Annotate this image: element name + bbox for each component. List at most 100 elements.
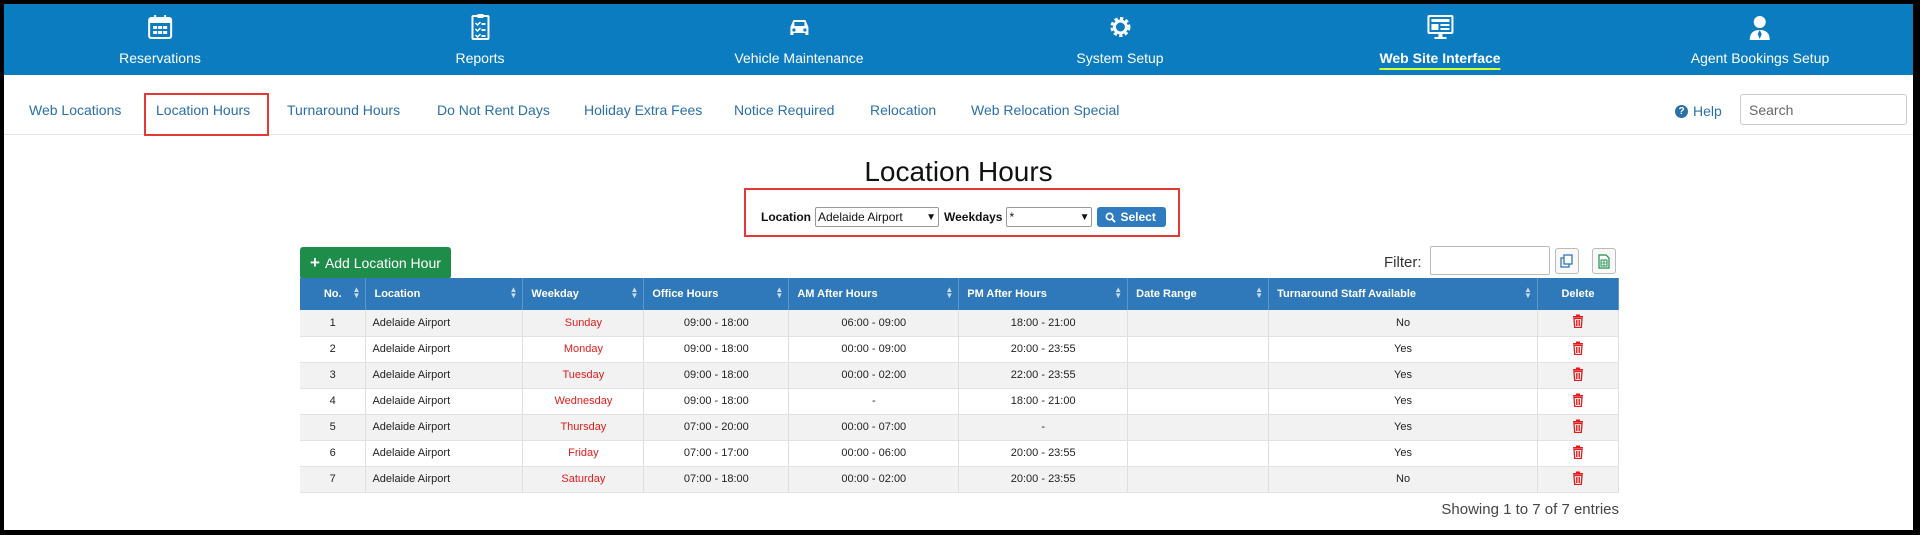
select-button[interactable]: Select [1097,207,1166,227]
cell-location: Adelaide Airport [365,440,524,467]
trash-icon[interactable] [1572,471,1584,488]
tab-do-not-rent-days[interactable]: Do Not Rent Days [437,102,550,118]
weekdays-select-value: * [1009,210,1015,224]
plus-icon: + [310,253,320,272]
nav-web-site-interface[interactable]: Web Site Interface [1379,4,1501,75]
highlight-box-tab [144,93,269,136]
trash-icon[interactable] [1572,419,1584,436]
column-header-pm-after-hours[interactable]: PM After Hours ▲ ▼ [958,278,1129,310]
table-row[interactable]: 5 Adelaide Airport Thursday 07:00 - 20:00 00… [300,414,1620,441]
column-header-office-hours[interactable]: Office Hours ▲ ▼ [643,278,790,310]
column-header-label: Date Range [1136,288,1197,300]
filter-input[interactable] [1430,246,1550,275]
tab-web-relocation-special[interactable]: Web Relocation Special [971,102,1119,118]
cell-pm-after-hours: 20:00 - 23:55 [958,466,1129,493]
nav-label: Vehicle Maintenance [734,50,864,66]
column-header-am-after-hours[interactable]: AM After Hours ▲ ▼ [788,278,960,310]
table-row[interactable]: 6 Adelaide Airport Friday 07:00 - 17:00 00:0… [300,440,1620,467]
clipboard-checklist-icon [471,14,489,40]
copy-icon [1560,254,1573,268]
add-button-label: Add Location Hour [324,255,441,271]
table-row[interactable]: 3 Adelaide Airport Tuesday 09:00 - 18:00 00:… [300,362,1620,389]
cell-no: 5 [300,414,367,441]
gear-icon [1110,17,1130,37]
cell-am-after-hours: 06:00 - 09:00 [788,310,960,337]
tab-notice-required[interactable]: Notice Required [734,102,834,118]
nav-label: Reports [455,50,505,66]
spreadsheet-icon [1598,253,1610,269]
column-header-delete: Delete [1537,278,1620,310]
cell-no: 6 [300,440,367,467]
showing-entries-text: Showing 1 to 7 of 7 entries [1441,501,1619,518]
cell-date-range [1127,466,1270,493]
agent-icon [1749,16,1770,40]
column-header-date-range[interactable]: Date Range ▲ ▼ [1127,278,1270,310]
trash-icon[interactable] [1572,393,1584,410]
table-row[interactable]: 7 Adelaide Airport Saturday 07:00 - 18:00 00… [300,466,1620,493]
select-button-label: Select [1120,210,1156,224]
cell-office-hours: 09:00 - 18:00 [643,310,790,337]
cell-pm-after-hours: 18:00 - 21:00 [958,310,1129,337]
cell-turnaround-staff: Yes [1268,388,1538,415]
add-location-hour-button[interactable]: + Add Location Hour [300,247,451,279]
sort-icon: ▲ ▼ [509,285,518,300]
sort-icon: ▲ ▼ [352,285,361,300]
cell-date-range [1127,440,1270,467]
table-row[interactable]: 1 Adelaide Airport Sunday 09:00 - 18:00 06:0… [300,310,1620,337]
cell-date-range [1127,310,1270,337]
cell-turnaround-staff: Yes [1268,336,1538,363]
cell-pm-after-hours: 20:00 - 23:55 [958,336,1129,363]
location-select[interactable]: Adelaide Airport ▼ [815,207,939,227]
nav-label: System Setup [1076,50,1164,66]
cell-turnaround-staff: Yes [1268,414,1538,441]
cell-delete [1537,414,1620,441]
tab-relocation[interactable]: Relocation [870,102,936,118]
location-select-value: Adelaide Airport [818,210,903,224]
sort-icon: ▲ ▼ [1524,285,1532,300]
cell-location: Adelaide Airport [365,310,524,337]
search-input[interactable] [1740,94,1907,125]
cell-pm-after-hours: 18:00 - 21:00 [958,388,1129,415]
column-header-no[interactable]: No. ▲ ▼ [300,278,367,310]
column-header-weekday[interactable]: Weekday ▲ ▼ [522,278,645,310]
page-title: Location Hours [864,156,1053,187]
export-excel-button[interactable] [1592,248,1616,274]
weekdays-select[interactable]: * ▼ [1006,207,1093,227]
trash-icon[interactable] [1572,314,1584,331]
cell-delete [1537,440,1620,467]
trash-icon[interactable] [1572,445,1584,462]
cell-am-after-hours: 00:00 - 02:00 [788,466,960,493]
cell-no: 2 [300,336,367,363]
cell-delete [1537,336,1620,363]
tab-holiday-extra-fees[interactable]: Holiday Extra Fees [584,102,702,118]
tab-web-locations[interactable]: Web Locations [29,102,121,118]
help-link[interactable]: ? Help [1675,103,1722,119]
cell-date-range [1127,336,1270,363]
copy-button[interactable] [1555,248,1579,274]
active-underline [1379,68,1501,70]
cell-office-hours: 07:00 - 20:00 [643,414,790,441]
cell-weekday: Thursday [522,414,645,441]
help-label: Help [1693,103,1722,119]
nav-reservations[interactable]: Reservations [119,4,201,75]
column-header-label: AM After Hours [797,288,878,300]
cell-no: 7 [300,466,367,493]
nav-agent-bookings-setup[interactable]: Agent Bookings Setup [1690,4,1830,75]
table-row[interactable]: 2 Adelaide Airport Monday 09:00 - 18:00 00:0… [300,336,1620,363]
trash-icon[interactable] [1572,341,1584,358]
search-icon [1106,212,1117,223]
nav-vehicle-maintenance[interactable]: Vehicle Maintenance [734,4,864,75]
cell-date-range [1127,388,1270,415]
tab-turnaround-hours[interactable]: Turnaround Hours [287,102,400,118]
cell-no: 1 [300,310,367,337]
column-header-location[interactable]: Location ▲ ▼ [365,278,524,310]
nav-label: Agent Bookings Setup [1690,50,1830,66]
column-header-turnaround-staff[interactable]: Turnaround Staff Available ▲ ▼ [1268,278,1538,310]
cell-turnaround-staff: No [1268,466,1538,493]
nav-system-setup[interactable]: System Setup [1076,4,1164,75]
sort-icon: ▲ ▼ [1255,285,1264,300]
nav-reports[interactable]: Reports [455,4,505,75]
monitor-icon [1427,15,1453,39]
table-row[interactable]: 4 Adelaide Airport Wednesday 09:00 - 18:00-… [300,388,1620,415]
trash-icon[interactable] [1572,367,1584,384]
